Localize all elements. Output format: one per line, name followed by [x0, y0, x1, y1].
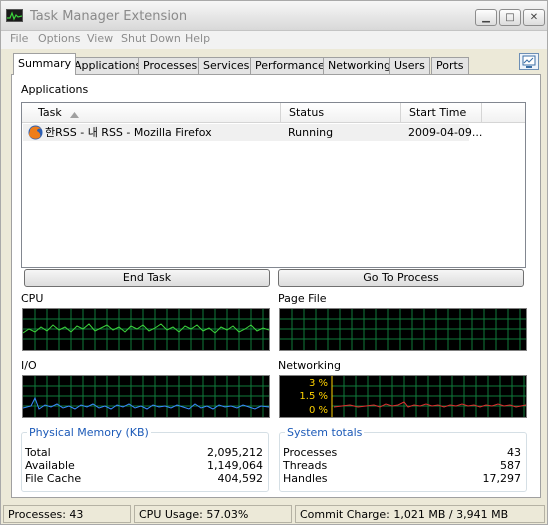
list-item[interactable]: 한RSS - 내 RSS - Mozilla Firefox Running 2…	[23, 124, 482, 143]
title-bar[interactable]: Task Manager Extension ▁ □ ✕	[1, 1, 547, 31]
end-task-button[interactable]: End Task	[24, 269, 270, 287]
menu-shut-down[interactable]: Shut Down	[121, 32, 181, 45]
close-button[interactable]: ✕	[523, 9, 545, 26]
total-label: Total	[25, 446, 51, 459]
page-file-graph	[279, 308, 527, 351]
status-cpu-usage: CPU Usage: 57.03%	[134, 505, 292, 523]
firefox-icon	[28, 125, 43, 143]
applications-list[interactable]: Task Status Start Time 한RSS - 내 RSS - Mo	[21, 102, 526, 268]
menu-options[interactable]: Options	[38, 32, 80, 45]
processes-label: Processes	[283, 446, 338, 459]
task-manager-icon	[6, 9, 23, 22]
cpu-graph	[22, 308, 270, 351]
go-to-process-button[interactable]: Go To Process	[278, 269, 524, 287]
available-value: 1,149,064	[207, 459, 263, 472]
status-processes: Processes: 43	[3, 505, 131, 523]
threads-value: 587	[500, 459, 521, 472]
tab-applications[interactable]: Applications	[69, 57, 147, 75]
tab-networking[interactable]: Networking	[323, 57, 396, 75]
column-status[interactable]: Status	[289, 103, 324, 123]
task-name: 한RSS - 내 RSS - Mozilla Firefox	[45, 126, 212, 139]
tab-users[interactable]: Users	[389, 57, 430, 75]
file-cache-value: 404,592	[217, 472, 264, 485]
tab-services[interactable]: Services	[198, 57, 255, 75]
total-value: 2,095,212	[207, 446, 263, 459]
list-header: Task Status Start Time	[22, 103, 525, 123]
available-label: Available	[25, 459, 75, 472]
tab-ports[interactable]: Ports	[431, 57, 469, 75]
handles-label: Handles	[283, 472, 328, 485]
task-status: Running	[288, 126, 334, 139]
system-totals-group: System totals Processes 43 Threads 587 H…	[279, 426, 527, 492]
network-scale-max: 3 %	[308, 378, 328, 389]
tab-performance[interactable]: Performance	[250, 57, 330, 75]
task-start-time: 2009-04-09...	[408, 126, 483, 139]
menu-view[interactable]: View	[87, 32, 113, 45]
physical-memory-group: Physical Memory (KB) Total 2,095,212 Ava…	[21, 426, 269, 492]
window-title: Task Manager Extension	[30, 9, 188, 24]
column-start-time[interactable]: Start Time	[409, 103, 466, 123]
network-scale-min: 0 %	[308, 405, 328, 416]
tab-summary[interactable]: Summary	[13, 53, 77, 75]
status-commit-charge: Commit Charge: 1,021 MB / 3,941 MB	[295, 505, 545, 523]
network-scale-mid: 1.5 %	[299, 391, 328, 402]
menu-help[interactable]: Help	[185, 32, 210, 45]
menu-file[interactable]: File	[10, 32, 28, 45]
task-manager-window: Task Manager Extension ▁ □ ✕ File Option…	[0, 0, 548, 525]
status-bar: Processes: 43 CPU Usage: 57.03% Commit C…	[1, 504, 547, 524]
io-graph	[22, 375, 270, 418]
menu-bar: File Options View Shut Down Help	[1, 31, 547, 49]
processes-value: 43	[507, 446, 521, 459]
column-separator[interactable]	[280, 103, 281, 123]
minimize-button[interactable]: ▁	[475, 9, 497, 26]
io-label: I/O	[21, 359, 37, 372]
column-separator[interactable]	[481, 103, 482, 123]
networking-graph: 3 % 1.5 % 0 %	[279, 375, 527, 418]
cpu-label: CPU	[21, 292, 44, 305]
tab-strip: Summary Applications Processes Services …	[1, 53, 547, 75]
page-file-label: Page File	[278, 292, 327, 305]
applications-label: Applications	[21, 83, 89, 96]
system-totals-title: System totals	[285, 426, 365, 439]
handles-value: 17,297	[482, 472, 522, 485]
window-monitor-icon[interactable]	[519, 53, 539, 70]
column-task[interactable]: Task	[38, 103, 62, 123]
tab-processes[interactable]: Processes	[138, 57, 203, 75]
column-separator[interactable]	[400, 103, 401, 123]
sort-ascending-icon	[70, 108, 79, 121]
networking-label: Networking	[278, 359, 341, 372]
summary-panel: Applications Task Status Start Time 한RSS…	[11, 74, 541, 498]
file-cache-label: File Cache	[25, 472, 82, 485]
threads-label: Threads	[283, 459, 328, 472]
maximize-button[interactable]: □	[499, 9, 521, 26]
physical-memory-title: Physical Memory (KB)	[27, 426, 151, 439]
